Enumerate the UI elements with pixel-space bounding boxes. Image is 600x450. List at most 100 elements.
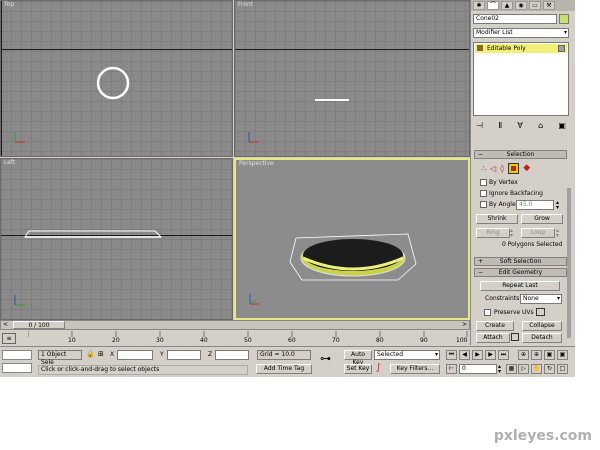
by-angle-checkbox[interactable] <box>480 201 487 208</box>
constraints-label: Constraints: <box>485 295 522 302</box>
modify-tab-icon[interactable]: ⌒ <box>487 1 499 10</box>
cone-object-perspective[interactable] <box>288 228 418 284</box>
expand-icon[interactable] <box>477 45 483 51</box>
zoom-extents-icon[interactable]: ▣ <box>544 350 555 360</box>
tick-label: 90 <box>420 337 428 344</box>
grid-axis-line <box>1 1 2 156</box>
detach-button[interactable]: Detach <box>522 333 562 343</box>
configure-modifier-sets-icon[interactable]: ▣ <box>558 121 566 133</box>
key-mode-dropdown[interactable]: Selected ▾ <box>374 350 440 360</box>
arc-rotate-icon[interactable]: ↻ <box>544 364 555 374</box>
make-unique-icon[interactable]: ∀ <box>517 121 522 133</box>
object-name-field[interactable]: Cone02 <box>473 14 557 24</box>
viewport-top[interactable]: Top <box>0 0 233 157</box>
attach-button[interactable]: Attach <box>476 333 510 343</box>
viewport-label[interactable]: Perspective <box>239 160 274 167</box>
frame-spinner-icon[interactable]: ▴ ▾ <box>498 364 501 375</box>
vertex-level-icon[interactable]: ∴ <box>481 164 486 173</box>
x-coordinate-field[interactable] <box>117 350 153 360</box>
pin-stack-icon[interactable]: ⊣ <box>476 121 483 133</box>
viewport-label[interactable]: Left <box>4 159 15 166</box>
polygon-level-icon[interactable] <box>508 162 520 174</box>
go-to-start-icon[interactable]: ⏮ <box>446 350 457 360</box>
stack-item-toggle-icon[interactable] <box>558 45 565 52</box>
remove-modifier-icon[interactable]: ⌂ <box>538 121 543 133</box>
viewport-perspective[interactable]: Perspective <box>234 158 470 320</box>
display-tab-icon[interactable]: ▭ <box>529 1 541 10</box>
create-tab-icon[interactable]: ✱ <box>473 1 485 10</box>
utilities-tab-icon[interactable]: ⚒ <box>543 1 555 10</box>
stack-tools: ⊣ Ⅱ ∀ ⌂ ▣ <box>476 121 566 133</box>
key-tangent-icon[interactable]: ∫ <box>376 363 381 373</box>
object-color-swatch[interactable] <box>559 14 569 24</box>
zoom-extents-all-icon[interactable]: ▣ <box>557 350 568 360</box>
hierarchy-tab-icon[interactable]: ▲ <box>501 1 513 10</box>
time-slider[interactable]: < 0 / 100 > <box>0 320 470 330</box>
preserve-uvs-settings-icon[interactable] <box>536 308 545 316</box>
repeat-last-button[interactable]: Repeat Last <box>480 281 560 291</box>
preserve-uvs-checkbox[interactable] <box>484 309 491 316</box>
pan-icon[interactable]: ✋ <box>531 364 542 374</box>
z-coordinate-field[interactable] <box>215 350 249 360</box>
edge-level-icon[interactable]: ◁ <box>490 164 496 173</box>
key-filters-button[interactable]: Key Filters... <box>390 364 440 374</box>
absolute-mode-icon[interactable]: ⊞ <box>98 350 104 358</box>
soft-selection-rollout-header[interactable]: + Soft Selection <box>474 257 567 266</box>
maximize-viewport-icon[interactable]: □ <box>557 364 568 374</box>
maxscript-mini-listener[interactable] <box>2 363 32 373</box>
next-frame-icon[interactable]: ▶ <box>485 350 496 360</box>
constraints-dropdown[interactable]: None ▾ <box>520 294 562 304</box>
slider-prev-icon[interactable]: < <box>3 321 8 328</box>
viewport-left[interactable]: Left <box>0 158 233 320</box>
element-level-icon[interactable]: ◆ <box>523 163 530 173</box>
viewport-label[interactable]: Top <box>4 1 14 8</box>
panel-scrollbar[interactable] <box>567 188 571 338</box>
default-key-tangent-icon[interactable]: ⊶ <box>320 353 331 364</box>
ring-button[interactable]: Ring <box>476 228 510 238</box>
create-button[interactable]: Create <box>476 321 514 331</box>
auto-key-button[interactable]: Auto Key <box>344 350 372 366</box>
cone-object-front[interactable] <box>315 99 349 101</box>
maxscript-listener[interactable] <box>2 350 32 360</box>
zoom-icon[interactable]: ⊕ <box>518 350 529 360</box>
viewport-front[interactable]: Front <box>234 0 470 157</box>
stack-item-editable-poly[interactable]: Editable Poly <box>475 44 567 53</box>
go-to-end-icon[interactable]: ⏭ <box>498 350 509 360</box>
field-of-view-icon[interactable]: ▷ <box>518 364 529 374</box>
loop-spinner-icon[interactable]: ▴ ▾ <box>556 228 559 239</box>
viewport-label[interactable]: Front <box>238 1 253 8</box>
motion-tab-icon[interactable]: ◉ <box>515 1 527 10</box>
loop-button[interactable]: Loop <box>521 228 555 238</box>
lock-selection-icon[interactable]: 🔒 <box>86 350 95 358</box>
add-time-tag-button[interactable]: Add Time Tag <box>256 364 312 374</box>
track-view-icon[interactable]: ≡ <box>2 333 16 344</box>
time-configuration-icon[interactable]: ▦ <box>506 364 517 374</box>
previous-frame-icon[interactable]: ◀ <box>459 350 470 360</box>
edit-geometry-rollout-header[interactable]: − Edit Geometry <box>474 268 567 277</box>
attach-list-icon[interactable] <box>511 333 519 341</box>
angle-spinner-field[interactable]: 45.0 <box>516 200 554 210</box>
ignore-backfacing-checkbox[interactable] <box>480 190 487 197</box>
selection-rollout-header[interactable]: − Selection <box>474 150 567 159</box>
collapse-button[interactable]: Collapse <box>522 321 562 331</box>
spinner-arrows-icon[interactable]: ▴ ▾ <box>556 200 559 211</box>
modifier-list-dropdown[interactable]: Modifier List ▾ <box>473 28 569 38</box>
show-end-result-icon[interactable]: Ⅱ <box>498 121 502 133</box>
shrink-button[interactable]: Shrink <box>476 214 518 224</box>
play-icon[interactable]: ▶ <box>472 350 483 360</box>
y-coordinate-field[interactable] <box>167 350 201 360</box>
zoom-all-icon[interactable]: ⊕ <box>531 350 542 360</box>
time-slider-thumb[interactable]: 0 / 100 <box>13 321 65 329</box>
slider-next-icon[interactable]: > <box>462 321 467 328</box>
set-key-button[interactable]: Set Key <box>344 364 372 374</box>
current-frame-field[interactable]: 0 <box>459 364 497 374</box>
ring-spinner-icon[interactable]: ▴ ▾ <box>510 228 513 239</box>
border-level-icon[interactable]: ◊ <box>500 164 504 173</box>
time-ruler[interactable]: 10 20 30 40 50 60 70 80 90 100 <box>28 331 468 345</box>
cone-object-top[interactable] <box>94 65 132 101</box>
by-vertex-checkbox[interactable] <box>480 179 487 186</box>
grow-button[interactable]: Grow <box>521 214 563 224</box>
cone-object-left[interactable] <box>23 229 163 241</box>
key-mode-toggle-icon[interactable]: ⊢ <box>446 364 457 374</box>
timeline: < 0 / 100 > ≡ 10 20 30 40 50 60 70 80 90… <box>0 320 470 346</box>
